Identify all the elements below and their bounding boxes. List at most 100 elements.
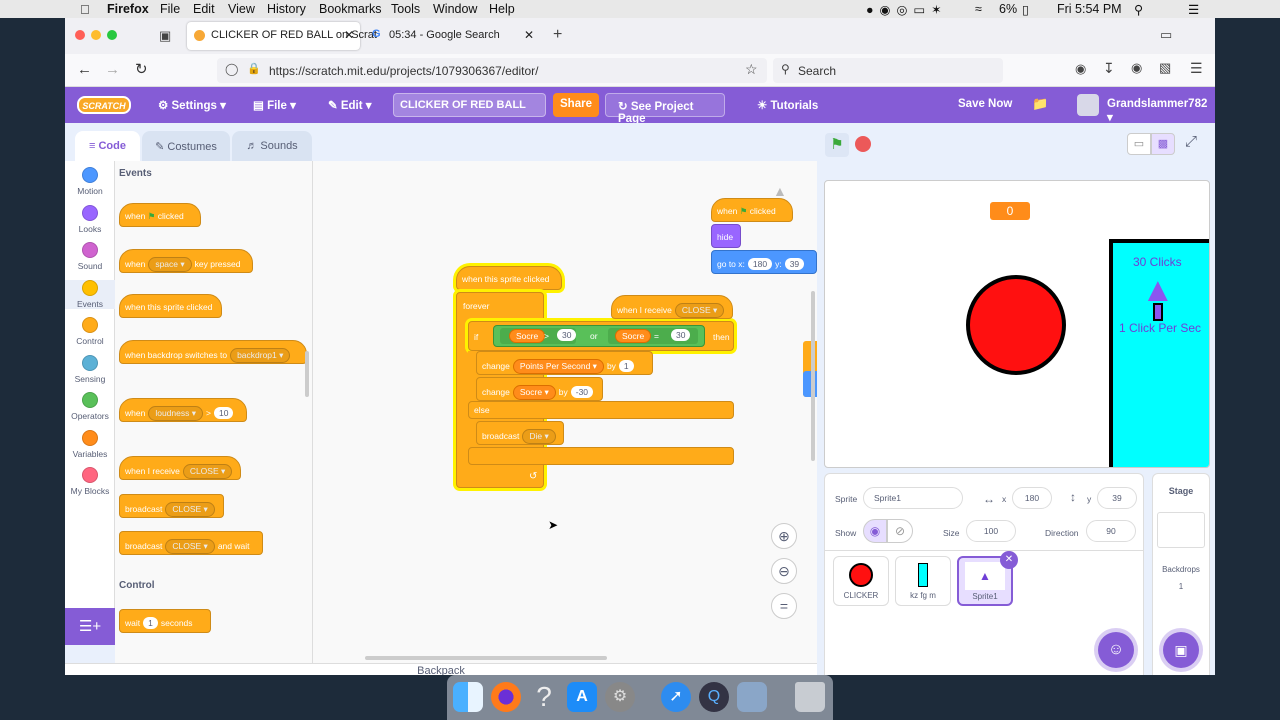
block-hide[interactable]: hide: [711, 224, 741, 248]
add-sprite-button[interactable]: ☺: [1098, 632, 1134, 668]
sprite-thumb-kz[interactable]: kz fg m: [895, 556, 951, 606]
see-project-page-button[interactable]: ↻ See Project Page: [605, 93, 725, 125]
goto-x-value[interactable]: 180: [747, 258, 773, 270]
status-icons[interactable]: ●◉◎▭✶: [866, 2, 948, 17]
trash-icon[interactable]: [795, 682, 825, 712]
safari-icon[interactable]: ➚: [661, 682, 691, 712]
block-change-score[interactable]: change Socre ▾ by -30: [476, 377, 603, 401]
pps-change-value[interactable]: 1: [618, 360, 634, 372]
stage-selector-panel[interactable]: Stage Backdrops 1 ▣: [1152, 473, 1210, 675]
category-sound[interactable]: Sound: [65, 242, 115, 271]
category-looks[interactable]: Looks: [65, 204, 115, 234]
palette-scrollbar[interactable]: [305, 351, 309, 397]
menu-icon[interactable]: ☰: [1190, 60, 1203, 77]
app-menu-firefox[interactable]: Firefox: [107, 2, 149, 16]
block-wait-seconds[interactable]: wait 1 seconds: [119, 609, 211, 633]
zoom-in-button[interactable]: ⊕: [771, 523, 797, 549]
system-preferences-icon[interactable]: ⚙: [605, 682, 635, 712]
direction-input[interactable]: 90: [1086, 520, 1136, 542]
edit-menu[interactable]: ✎ Edit ▾: [328, 98, 372, 112]
tab-scratch[interactable]: CLICKER OF RED BALL on Scrat ✕: [187, 22, 377, 50]
finder-icon[interactable]: [453, 682, 483, 712]
block-broadcast[interactable]: broadcast CLOSE ▾: [119, 494, 224, 518]
red-ball-sprite[interactable]: [966, 275, 1066, 375]
tab-costumes[interactable]: ✎ Costumes: [142, 131, 230, 161]
extensions-icon[interactable]: ▧: [1159, 60, 1171, 76]
block-when-backdrop-switches[interactable]: when backdrop switches to backdrop1 ▾: [119, 340, 307, 364]
sprite-thumb-sprite1[interactable]: ▲ Sprite1 ✕: [957, 551, 1018, 606]
upgrade-panel-sprite[interactable]: 30 Clicks ▲ 1 Click Per Sec: [1109, 239, 1209, 467]
add-backdrop-button[interactable]: ▣: [1163, 632, 1199, 668]
loudness-value[interactable]: 10: [213, 407, 234, 419]
shield-icon[interactable]: ◯: [225, 62, 238, 76]
message-dropdown[interactable]: CLOSE ▾: [674, 303, 725, 318]
eq-value[interactable]: 30: [671, 329, 691, 341]
search-field[interactable]: ⚲ Search: [773, 58, 1003, 83]
else-label-bar[interactable]: else: [468, 401, 734, 419]
x-input[interactable]: 180: [1012, 487, 1052, 509]
block-when-key-pressed[interactable]: when space ▾ key pressed: [119, 249, 253, 273]
help-icon[interactable]: ?: [529, 682, 559, 712]
message-dropdown[interactable]: CLOSE ▾: [165, 502, 215, 517]
zoom-reset-button[interactable]: =: [771, 593, 797, 619]
username-menu[interactable]: Grandslammer782 ▾: [1107, 98, 1215, 124]
small-stage-icon[interactable]: ▭: [1127, 133, 1151, 155]
window-icon[interactable]: ▭: [1160, 27, 1172, 43]
tutorials-menu[interactable]: ☀ Tutorials: [757, 98, 818, 112]
block-broadcast-die[interactable]: broadcast Die ▾: [476, 421, 564, 445]
menu-tools[interactable]: Tools: [391, 2, 420, 16]
preview-icon[interactable]: [737, 682, 767, 712]
show-hidden-icon[interactable]: ⊘: [887, 519, 913, 543]
or-condition[interactable]: Socre > 30 or Socre = 30: [493, 325, 705, 347]
loudness-dropdown[interactable]: loudness ▾: [148, 406, 203, 421]
bookmark-star-icon[interactable]: ☆: [745, 61, 758, 78]
file-menu[interactable]: ▤ File ▾: [253, 98, 296, 112]
account-icon[interactable]: ◉: [1131, 60, 1142, 76]
message-dropdown[interactable]: Die ▾: [522, 429, 556, 444]
backpack-bar[interactable]: Backpack: [65, 663, 817, 675]
stop-button[interactable]: [855, 136, 871, 152]
block-broadcast-and-wait[interactable]: broadcast CLOSE ▾ and wait: [119, 531, 263, 555]
app-store-icon[interactable]: A: [567, 682, 597, 712]
block-when-flag-clicked[interactable]: when ⚑ clicked: [119, 203, 201, 227]
category-my-blocks[interactable]: My Blocks: [65, 467, 115, 496]
tab-list-icon[interactable]: ▣: [159, 28, 171, 44]
score-dropdown[interactable]: Socre ▾: [512, 385, 556, 400]
apple-icon[interactable]: : [80, 2, 90, 17]
pocket-icon[interactable]: ◉: [1075, 61, 1086, 77]
category-events[interactable]: Events: [65, 279, 115, 309]
block-when-i-receive[interactable]: when I receive CLOSE ▾: [119, 456, 241, 480]
clock[interactable]: Fri 5:54 PM: [1057, 2, 1122, 16]
score-reporter[interactable]: Socre: [509, 329, 546, 343]
wifi-icon[interactable]: ≈: [975, 2, 982, 16]
my-stuff-folder-icon[interactable]: 📁: [1032, 96, 1048, 112]
block-go-to-xy[interactable]: go to x: 180 y: 39: [711, 250, 817, 274]
wait-value[interactable]: 1: [143, 617, 158, 629]
menu-edit[interactable]: Edit: [193, 2, 215, 16]
save-now-button[interactable]: Save Now: [958, 98, 1012, 110]
message-dropdown[interactable]: CLOSE ▾: [165, 539, 215, 554]
firefox-icon[interactable]: [491, 682, 521, 712]
battery-icon[interactable]: ▯: [1022, 2, 1029, 17]
y-input[interactable]: 39: [1097, 487, 1137, 509]
category-variables[interactable]: Variables: [65, 429, 115, 459]
quicktime-icon[interactable]: Q: [699, 682, 729, 712]
goto-y-value[interactable]: 39: [784, 258, 805, 270]
show-visible-icon[interactable]: ◉: [863, 519, 887, 543]
share-button[interactable]: Share: [553, 93, 599, 117]
block-when-i-receive-close[interactable]: when I receive CLOSE ▾: [611, 295, 733, 319]
size-input[interactable]: 100: [966, 520, 1016, 542]
tab-sounds[interactable]: ♬ Sounds: [232, 131, 312, 161]
control-center-icon[interactable]: ☰: [1188, 2, 1199, 17]
scratch-logo[interactable]: SCRATCH: [77, 96, 131, 114]
menu-bookmarks[interactable]: Bookmarks: [319, 2, 382, 16]
menu-help[interactable]: Help: [489, 2, 515, 16]
message-dropdown[interactable]: CLOSE ▾: [182, 464, 233, 479]
workspace-vscrollbar[interactable]: [811, 291, 815, 461]
settings-menu[interactable]: ⚙ Settings ▾: [158, 98, 226, 112]
stage-backdrop-thumb[interactable]: [1157, 512, 1205, 548]
sprite-name-input[interactable]: Sprite1: [863, 487, 963, 509]
zoom-out-button[interactable]: ⊖: [771, 558, 797, 584]
score-change-value[interactable]: -30: [570, 386, 594, 398]
block-when-flag-clicked[interactable]: when ⚑ clicked: [711, 198, 793, 222]
